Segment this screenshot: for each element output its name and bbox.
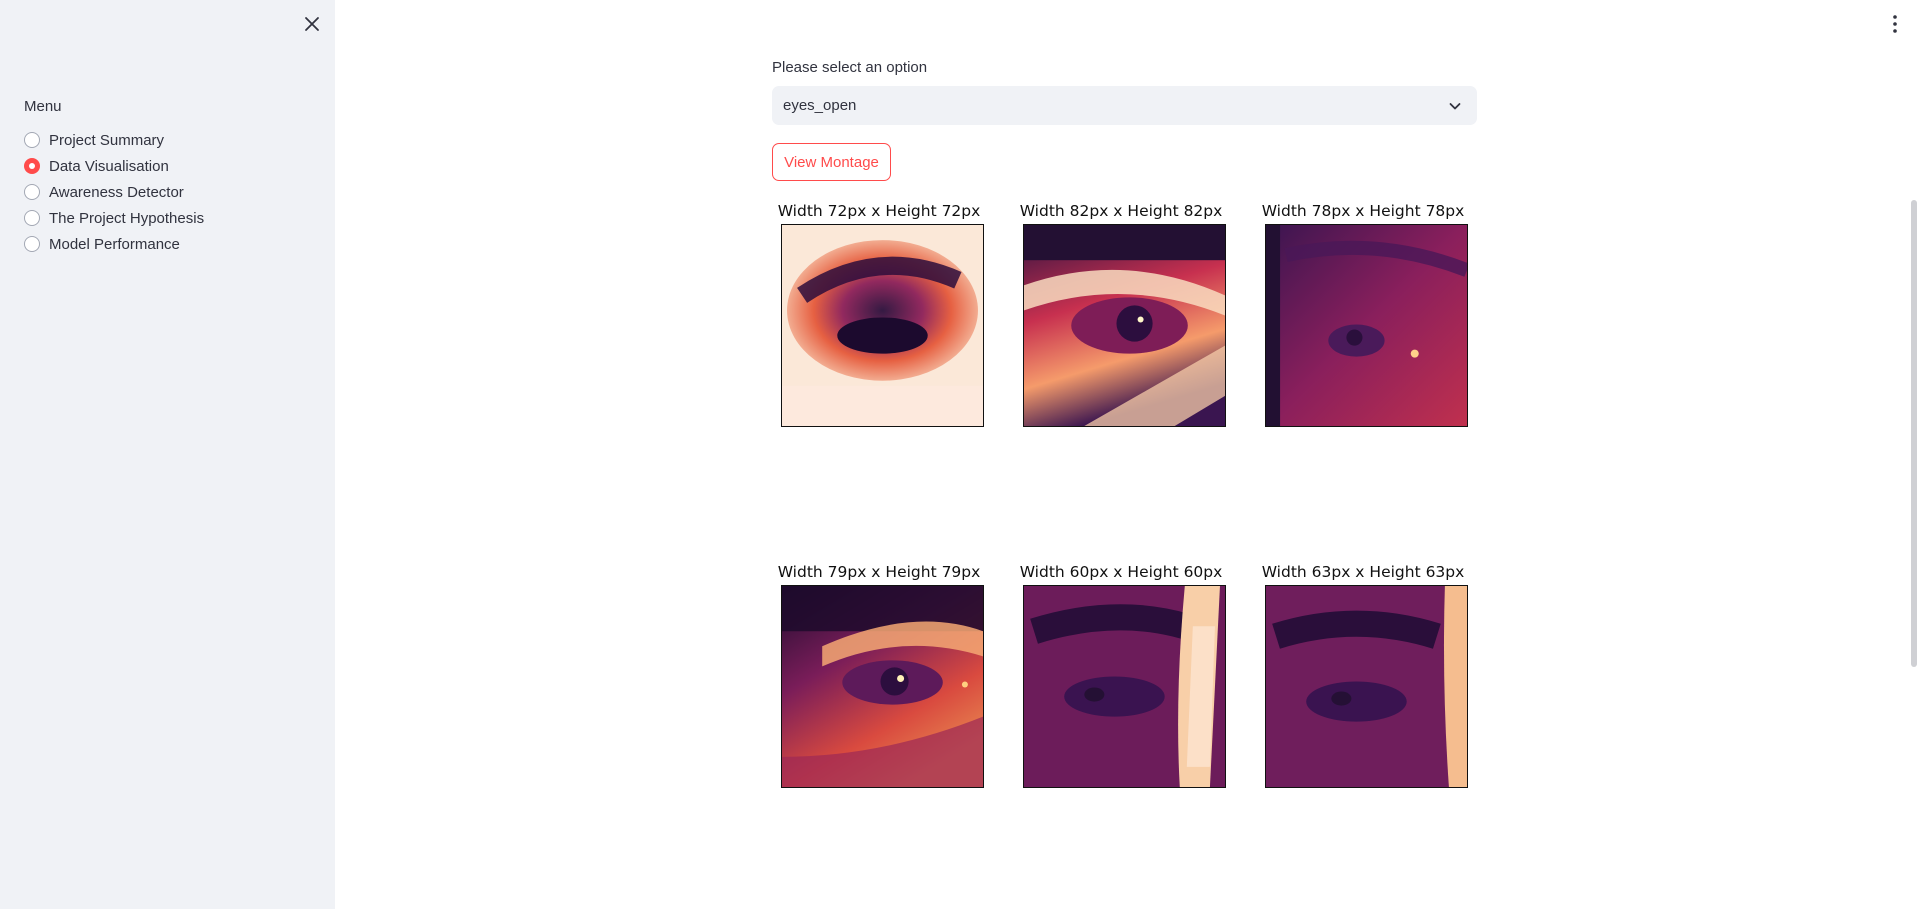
image-caption: Width 72px x Height 72px — [777, 202, 981, 220]
more-options-icon[interactable] — [1885, 12, 1905, 36]
menu-item-label: The Project Hypothesis — [49, 209, 205, 227]
image-tile: Width 60px x Height 60px — [1015, 562, 1227, 788]
image-tile: Width 63px x Height 63px — [1257, 562, 1469, 788]
radio-unselected-icon[interactable] — [24, 184, 40, 200]
scrollbar[interactable] — [1911, 200, 1917, 667]
radio-unselected-icon[interactable] — [24, 236, 40, 252]
image-caption: Width 63px x Height 63px — [1261, 563, 1465, 581]
radio-selected-icon[interactable] — [24, 158, 40, 174]
menu-item-model-performance[interactable]: Model Performance — [24, 231, 204, 257]
eye-image — [781, 585, 984, 788]
radio-unselected-icon[interactable] — [24, 210, 40, 226]
select-label: Please select an option — [772, 59, 928, 76]
image-tile: Width 72px x Height 72px — [773, 201, 985, 427]
menu-item-awareness-detector[interactable]: Awareness Detector — [24, 179, 204, 205]
image-tile: Width 82px x Height 82px — [1015, 201, 1227, 427]
image-tile: Width 78px x Height 78px — [1257, 201, 1469, 427]
option-select[interactable]: eyes_open — [772, 86, 1477, 125]
menu-radio-group: Project Summary Data Visualisation Aware… — [24, 127, 204, 257]
close-icon[interactable] — [300, 12, 324, 36]
menu-item-label: Data Visualisation — [49, 157, 169, 175]
radio-unselected-icon[interactable] — [24, 132, 40, 148]
eye-image — [1265, 224, 1468, 427]
view-montage-button[interactable]: View Montage — [772, 143, 891, 181]
menu-item-label: Project Summary — [49, 131, 165, 149]
menu-item-label: Model Performance — [49, 235, 180, 253]
eye-image — [781, 224, 984, 427]
menu-title: Menu — [24, 98, 62, 115]
chevron-down-icon — [1449, 103, 1461, 110]
eye-image — [1265, 585, 1468, 788]
menu-item-project-summary[interactable]: Project Summary — [24, 127, 204, 153]
eye-image — [1023, 224, 1226, 427]
menu-item-project-hypothesis[interactable]: The Project Hypothesis — [24, 205, 204, 231]
menu-item-data-visualisation[interactable]: Data Visualisation — [24, 153, 204, 179]
image-caption: Width 78px x Height 78px — [1261, 202, 1465, 220]
image-caption: Width 79px x Height 79px — [777, 563, 981, 581]
image-caption: Width 82px x Height 82px — [1019, 202, 1223, 220]
select-value: eyes_open — [783, 97, 857, 114]
menu-item-label: Awareness Detector — [49, 183, 184, 201]
main-content: Please select an option eyes_open View M… — [335, 0, 1919, 909]
image-caption: Width 60px x Height 60px — [1019, 563, 1223, 581]
sidebar: Menu Project Summary Data Visualisation … — [0, 0, 335, 909]
eye-image — [1023, 585, 1226, 788]
image-tile: Width 79px x Height 79px — [773, 562, 985, 788]
